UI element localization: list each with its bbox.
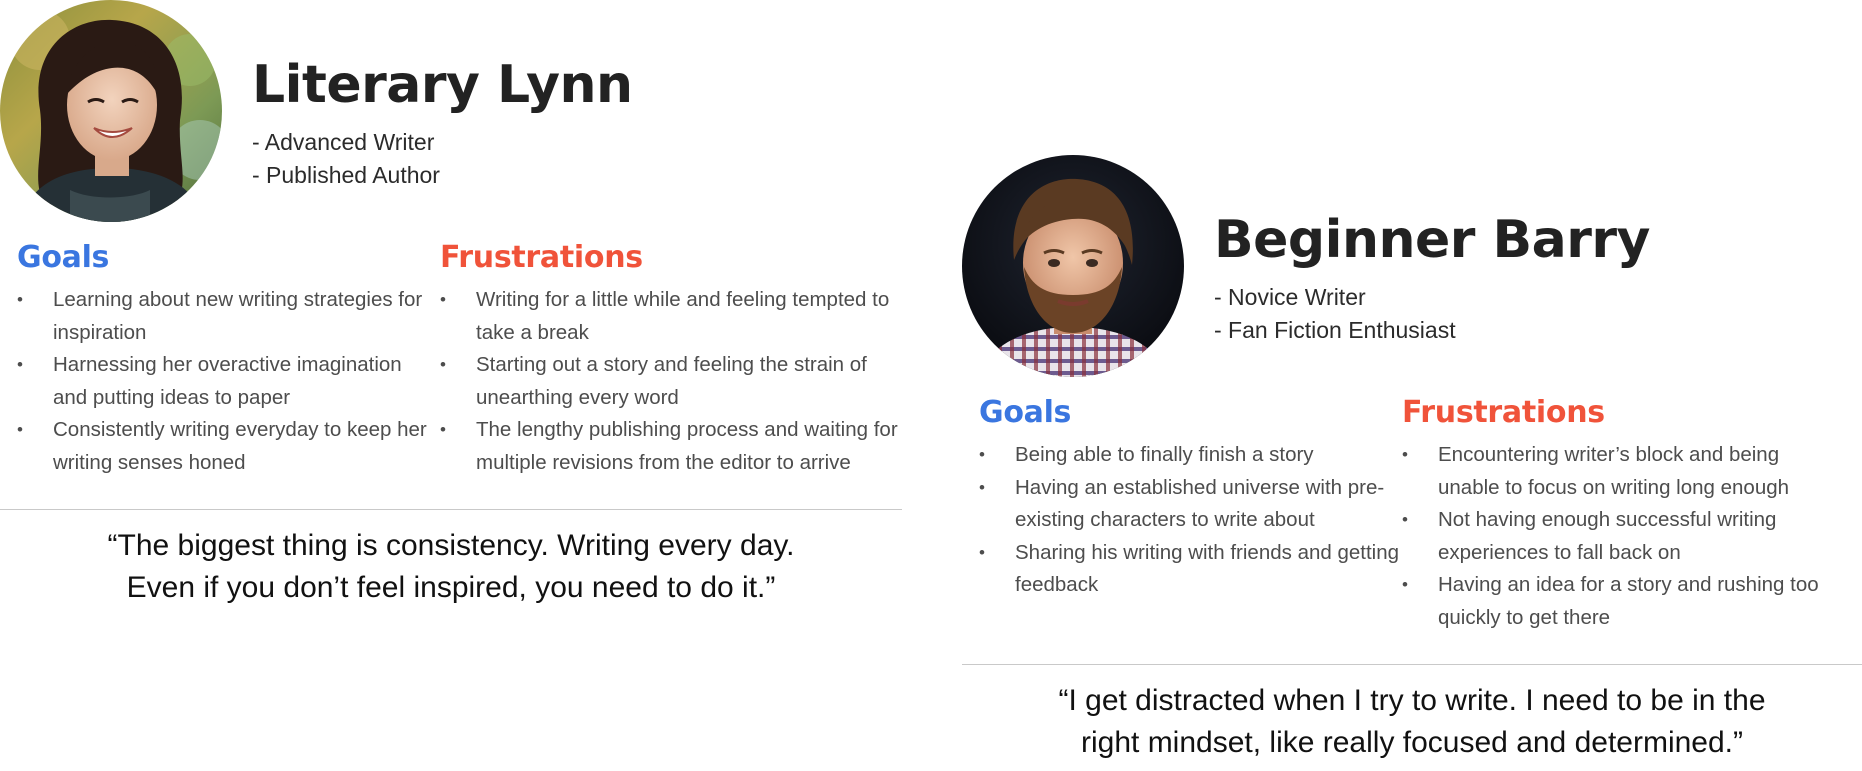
persona-quote: “The biggest thing is consistency. Writi… xyxy=(0,525,902,609)
persona-quote: “I get distracted when I try to write. I… xyxy=(962,680,1862,764)
goals-heading: Goals xyxy=(17,240,110,275)
role-item: - Novice Writer xyxy=(1214,284,1366,310)
persona-roles: - Advanced Writer - Published Author xyxy=(252,126,440,192)
quote-line: Even if you don’t feel inspired, you nee… xyxy=(126,571,776,604)
frustrations-heading: Frustrations xyxy=(1402,395,1605,430)
goals-list: Being able to finally finish a story Hav… xyxy=(979,439,1399,602)
frustrations-list: Encountering writer’s block and being un… xyxy=(1402,439,1842,634)
goals-section: Goals Being able to finally finish a sto… xyxy=(979,391,1399,602)
goal-item: Harnessing her overactive imagination an… xyxy=(17,349,437,414)
role-item: - Published Author xyxy=(252,162,440,188)
avatar-photo-barry xyxy=(962,155,1184,377)
frustrations-section: Frustrations Writing for a little while … xyxy=(440,236,900,479)
frustration-item: The lengthy publishing process and waiti… xyxy=(440,414,900,479)
goal-item: Consistently writing everyday to keep he… xyxy=(17,414,437,479)
goal-item: Learning about new writing strategies fo… xyxy=(17,284,437,349)
frustrations-list: Writing for a little while and feeling t… xyxy=(440,284,900,479)
quote-line: “The biggest thing is consistency. Writi… xyxy=(107,529,795,562)
goal-item: Having an established universe with pre-… xyxy=(979,472,1399,537)
frustrations-heading: Frustrations xyxy=(440,240,643,275)
frustration-item: Starting out a story and feeling the str… xyxy=(440,349,900,414)
goals-heading: Goals xyxy=(979,395,1072,430)
goals-section: Goals Learning about new writing strateg… xyxy=(17,236,437,479)
avatar-photo-lynn xyxy=(0,0,222,222)
persona-card-lynn: Literary Lynn - Advanced Writer - Publis… xyxy=(0,0,902,640)
persona-roles: - Novice Writer - Fan Fiction Enthusiast xyxy=(1214,281,1456,347)
section-divider xyxy=(962,664,1862,665)
frustration-item: Writing for a little while and feeling t… xyxy=(440,284,900,349)
role-item: - Advanced Writer xyxy=(252,129,435,155)
goal-item: Being able to finally finish a story xyxy=(979,439,1399,472)
goals-list: Learning about new writing strategies fo… xyxy=(17,284,437,479)
frustration-item: Having an idea for a story and rushing t… xyxy=(1402,569,1842,634)
persona-card-barry: Beginner Barry - Novice Writer - Fan Fic… xyxy=(962,155,1862,771)
frustrations-section: Frustrations Encountering writer’s block… xyxy=(1402,391,1842,634)
quote-line: right mindset, like really focused and d… xyxy=(1081,726,1743,759)
role-item: - Fan Fiction Enthusiast xyxy=(1214,317,1456,343)
section-divider xyxy=(0,509,902,510)
goal-item: Sharing his writing with friends and get… xyxy=(979,537,1399,602)
persona-name: Literary Lynn xyxy=(252,55,633,115)
frustration-item: Not having enough successful writing exp… xyxy=(1402,504,1842,569)
frustration-item: Encountering writer’s block and being un… xyxy=(1402,439,1842,504)
persona-name: Beginner Barry xyxy=(1214,210,1650,270)
quote-line: “I get distracted when I try to write. I… xyxy=(1058,684,1766,717)
